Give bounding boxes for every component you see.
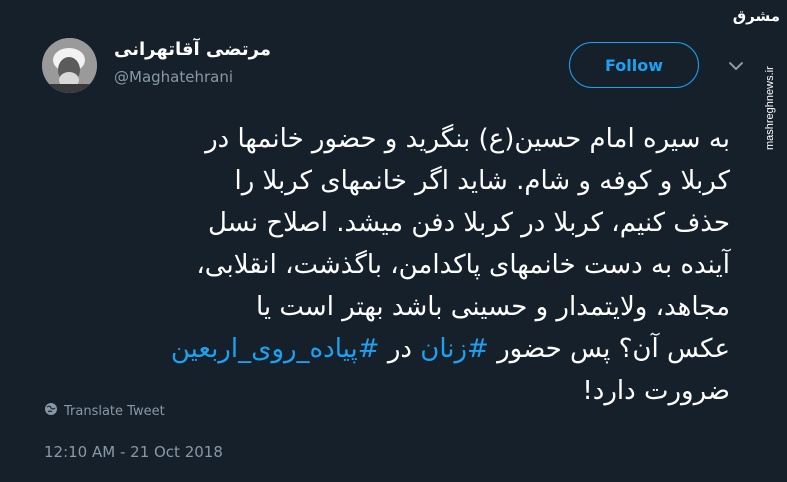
user-handle[interactable]: @Maghatehrani — [114, 68, 233, 86]
hashtag-link[interactable]: #زنان — [420, 334, 489, 364]
tweet-timestamp[interactable]: 12:10 AM - 21 Oct 2018 — [44, 443, 223, 461]
watermark-logo: مشرق — [732, 7, 780, 25]
tweet-text: به سیره امام حسین(ع) بنگرید و حضور خانمه… — [40, 118, 730, 412]
avatar[interactable] — [42, 38, 97, 93]
translate-label: Translate Tweet — [64, 403, 165, 419]
translate-tweet-link[interactable]: Translate Tweet — [44, 402, 165, 420]
chevron-down-icon[interactable] — [726, 56, 746, 76]
tweet-line: حذف کنیم، کربلا در کربلا دفن میشد. اصلاح… — [207, 208, 730, 238]
tweet-line: کربلا و کوفه و شام. شاید اگر خانمهای کرب… — [234, 166, 730, 196]
tweet-line: آینده به دست خانمهای پاکدامن، باگذشت، ان… — [196, 250, 730, 280]
tweet-text-segment: عکس آن؟ پس حضور — [497, 334, 730, 364]
hashtag-link[interactable]: #پیاده_روی_اربعین — [171, 334, 380, 364]
follow-button[interactable]: Follow — [569, 42, 699, 88]
watermark-site: mashreghnews.ir — [764, 66, 776, 150]
globe-icon — [44, 402, 58, 420]
tweet-line: عکس آن؟ پس حضور #زنان در #پیاده_روی_اربع… — [40, 328, 730, 370]
tweet-text-segment: در — [387, 334, 412, 364]
tweet-line: به سیره امام حسین(ع) بنگرید و حضور خانمه… — [205, 124, 730, 154]
display-name[interactable]: مرتضی آقاتهرانی — [114, 39, 271, 60]
tweet-card: مرتضی آقاتهرانی @Maghatehrani Follow مشر… — [0, 0, 787, 482]
tweet-line: مجاهد، ولایتمدار و حسینی باشد بهتر است ی… — [255, 292, 730, 322]
